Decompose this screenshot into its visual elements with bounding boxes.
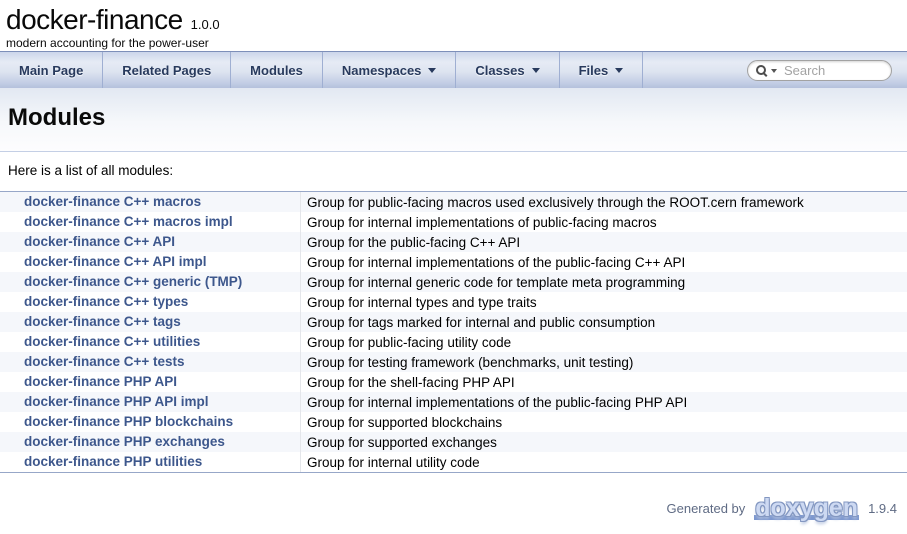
table-row: docker-finance C++ tags Group for tags m… — [0, 312, 907, 332]
page-header: Modules — [0, 88, 907, 152]
module-desc: Group for internal implementations of pu… — [300, 212, 907, 232]
tab-label: Namespaces — [342, 63, 422, 78]
table-row: docker-finance C++ tests Group for testi… — [0, 352, 907, 372]
module-link[interactable]: docker-finance C++ generic (TMP) — [24, 274, 242, 289]
page-title: Modules — [0, 88, 907, 151]
module-link[interactable]: docker-finance C++ macros impl — [24, 214, 233, 229]
module-link[interactable]: docker-finance C++ macros — [24, 194, 201, 209]
tab-label: Classes — [475, 63, 524, 78]
page-footer: Generated by doxygen 1.9.4 — [0, 495, 907, 521]
tab-namespaces[interactable]: Namespaces — [323, 52, 457, 88]
project-version: 1.0.0 — [191, 17, 220, 32]
module-link[interactable]: docker-finance C++ tests — [24, 354, 185, 369]
module-desc: Group for public-facing macros used excl… — [300, 192, 907, 212]
module-link[interactable]: docker-finance C++ utilities — [24, 334, 200, 349]
table-row: docker-finance C++ utilities Group for p… — [0, 332, 907, 352]
module-link[interactable]: docker-finance C++ tags — [24, 314, 181, 329]
table-row: docker-finance PHP blockchains Group for… — [0, 412, 907, 432]
table-row: docker-finance PHP API Group for the she… — [0, 372, 907, 392]
table-row: docker-finance C++ API impl Group for in… — [0, 252, 907, 272]
table-row: docker-finance C++ types Group for inter… — [0, 292, 907, 312]
table-row: docker-finance C++ macros Group for publ… — [0, 192, 907, 212]
intro-text: Here is a list of all modules: — [8, 162, 907, 179]
doxygen-version: 1.9.4 — [868, 501, 897, 516]
tab-files[interactable]: Files — [560, 52, 644, 88]
chevron-down-icon — [428, 68, 436, 73]
table-row: docker-finance C++ generic (TMP) Group f… — [0, 272, 907, 292]
module-desc: Group for supported exchanges — [300, 432, 907, 452]
table-row: docker-finance PHP utilities Group for i… — [0, 452, 907, 472]
table-row: docker-finance C++ macros impl Group for… — [0, 212, 907, 232]
project-name: docker-finance — [6, 5, 183, 35]
module-desc: Group for supported blockchains — [300, 412, 907, 432]
tab-classes[interactable]: Classes — [456, 52, 559, 88]
module-link[interactable]: docker-finance PHP API impl — [24, 394, 209, 409]
module-desc: Group for testing framework (benchmarks,… — [300, 352, 907, 372]
tab-related-pages[interactable]: Related Pages — [103, 52, 231, 88]
module-desc: Group for internal implementations of th… — [300, 252, 907, 272]
table-row: docker-finance PHP exchanges Group for s… — [0, 432, 907, 452]
module-link[interactable]: docker-finance C++ API impl — [24, 254, 207, 269]
module-desc: Group for internal utility code — [300, 452, 907, 472]
tab-label: Main Page — [19, 63, 83, 78]
title-area: docker-finance 1.0.0 modern accounting f… — [0, 0, 907, 52]
module-desc: Group for internal types and type traits — [300, 292, 907, 312]
search-icon[interactable] — [756, 64, 769, 77]
tab-label: Modules — [250, 63, 303, 78]
tab-modules[interactable]: Modules — [231, 52, 323, 88]
tab-label: Related Pages — [122, 63, 211, 78]
tabbar-spacer — [643, 52, 747, 88]
doxygen-logo[interactable]: doxygen — [752, 495, 861, 521]
table-row: docker-finance PHP API impl Group for in… — [0, 392, 907, 412]
generated-by-text: Generated by — [667, 501, 746, 516]
main-nav-tabbar: Main Page Related Pages Modules Namespac… — [0, 52, 907, 88]
modules-table: docker-finance C++ macros Group for publ… — [0, 191, 907, 473]
chevron-down-icon — [615, 68, 623, 73]
tab-main-page[interactable]: Main Page — [0, 52, 103, 88]
module-link[interactable]: docker-finance PHP blockchains — [24, 414, 233, 429]
module-desc: Group for the public-facing C++ API — [300, 232, 907, 252]
module-link[interactable]: docker-finance PHP exchanges — [24, 434, 225, 449]
tab-label: Files — [579, 63, 609, 78]
module-link[interactable]: docker-finance C++ API — [24, 234, 175, 249]
search-area — [747, 52, 907, 88]
table-row: docker-finance C++ API Group for the pub… — [0, 232, 907, 252]
module-link[interactable]: docker-finance PHP API — [24, 374, 177, 389]
module-desc: Group for internal implementations of th… — [300, 392, 907, 412]
module-desc: Group for internal generic code for temp… — [300, 272, 907, 292]
chevron-down-icon — [532, 68, 540, 73]
module-desc: Group for tags marked for internal and p… — [300, 312, 907, 332]
search-input[interactable] — [784, 63, 884, 78]
contents: Here is a list of all modules: docker-fi… — [0, 162, 907, 473]
module-desc: Group for the shell-facing PHP API — [300, 372, 907, 392]
module-desc: Group for public-facing utility code — [300, 332, 907, 352]
project-brief: modern accounting for the power-user — [6, 36, 907, 50]
search-options-arrow-icon[interactable] — [771, 69, 777, 73]
search-box[interactable] — [747, 60, 892, 81]
module-link[interactable]: docker-finance PHP utilities — [24, 454, 202, 469]
module-link[interactable]: docker-finance C++ types — [24, 294, 188, 309]
